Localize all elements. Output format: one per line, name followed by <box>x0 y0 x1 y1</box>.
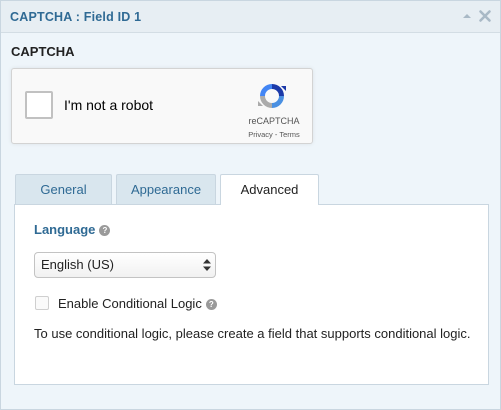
tab-general[interactable]: General <box>15 174 112 204</box>
conditional-logic-checkbox[interactable] <box>35 296 49 310</box>
question-circle-icon[interactable]: ? <box>205 299 217 310</box>
question-circle-icon[interactable]: ? <box>99 225 111 236</box>
language-select-value: English (US) <box>41 257 114 272</box>
language-setting-label: Language? <box>34 222 111 237</box>
tab-advanced[interactable]: Advanced <box>220 174 319 205</box>
conditional-logic-message: To use conditional logic, please create … <box>34 326 471 341</box>
select-arrows-icon <box>203 257 211 273</box>
language-select[interactable]: English (US) <box>34 252 216 278</box>
recaptcha-logo-icon <box>256 80 288 112</box>
language-label: Language <box>34 222 96 237</box>
field-settings-panel: CAPTCHA : Field ID 1 CAPTCHA I'm not a r… <box>0 0 501 410</box>
panel-header: CAPTCHA : Field ID 1 <box>1 1 500 33</box>
chevron-up-icon[interactable] <box>460 9 474 23</box>
recaptcha-checkbox-label: I'm not a robot <box>64 97 154 113</box>
recaptcha-terms-link[interactable]: Privacy - Terms <box>240 130 308 139</box>
panel-title: CAPTCHA : Field ID 1 <box>10 10 142 24</box>
conditional-logic-label[interactable]: Enable Conditional Logic <box>58 296 202 311</box>
recaptcha-checkbox[interactable] <box>25 91 53 119</box>
recaptcha-brand: reCAPTCHA <box>248 116 300 126</box>
advanced-settings-panel: Language? English (US) Enable Conditiona… <box>14 204 489 385</box>
tab-appearance[interactable]: Appearance <box>116 174 216 204</box>
field-label: CAPTCHA <box>11 44 75 59</box>
recaptcha-widget: I'm not a robot reCAPTCHA Privacy - Term… <box>11 68 313 144</box>
close-icon[interactable] <box>478 9 492 23</box>
conditional-logic-setting: Enable Conditional Logic? <box>58 296 217 311</box>
